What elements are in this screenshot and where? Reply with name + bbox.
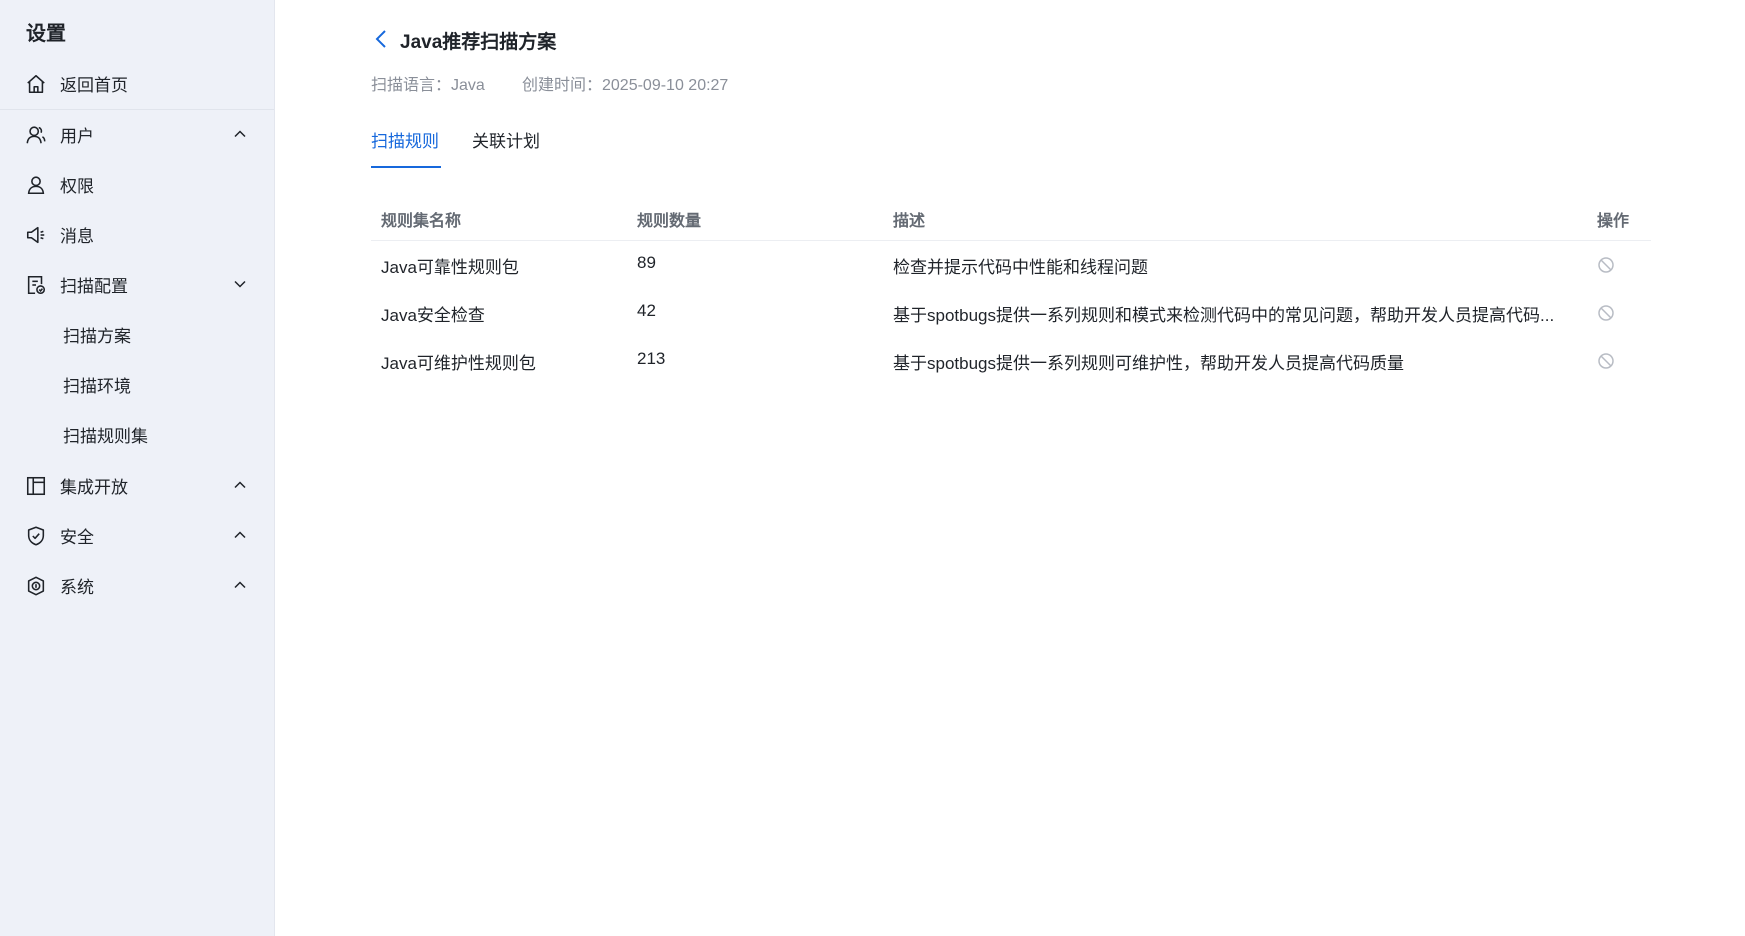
sidebar-item-label: 集成开放 [60, 477, 128, 497]
sidebar-item-messages[interactable]: 消息 [0, 212, 274, 256]
sidebar-item-scan-config[interactable]: 扫描配置 [0, 262, 274, 306]
ruleset-description: 基于spotbugs提供一系列规则可维护性，帮助开发人员提高代码质量 [893, 354, 1404, 373]
main-content: Java推荐扫描方案 扫描语言：Java 创建时间：2025-09-10 20:… [275, 0, 1745, 936]
table-row[interactable]: Java可维护性规则包 213 基于spotbugs提供一系列规则可维护性，帮助… [371, 337, 1651, 385]
chevron-down-icon [234, 280, 246, 288]
ruleset-table: 规则集名称 规则数量 描述 操作 Java可靠性规则包 89 检查并提示代码中性… [371, 197, 1651, 385]
ruleset-description: 检查并提示代码中性能和线程问题 [893, 258, 1148, 277]
sidebar-item-scan-rulesets[interactable]: 扫描规则集 [0, 412, 274, 456]
ruleset-description: 基于spotbugs提供一系列规则和模式来检测代码中的常见问题，帮助开发人员提高… [893, 306, 1555, 325]
table-row[interactable]: Java安全检查 42 基于spotbugs提供一系列规则和模式来检测代码中的常… [371, 289, 1651, 337]
tab-scan-rules[interactable]: 扫描规则 [371, 127, 439, 152]
sidebar-item-label: 扫描规则集 [63, 426, 148, 446]
chevron-up-icon [234, 130, 246, 138]
sidebar-item-label: 用户 [60, 126, 94, 146]
chevron-up-icon [234, 531, 246, 539]
sidebar-item-label: 扫描方案 [63, 326, 131, 346]
rule-count: 213 [637, 349, 666, 368]
column-header: 描述 [893, 213, 926, 230]
home-icon [24, 72, 48, 96]
sidebar: 设置 返回首页 用户 权限 消息 扫描配置 扫描方案 扫描环境 扫描规则集 集成… [0, 0, 275, 936]
chevron-up-icon [234, 581, 246, 589]
table-header: 规则集名称 规则数量 描述 操作 [371, 197, 1651, 241]
rule-count: 42 [637, 301, 656, 320]
ruleset-name: Java安全检查 [381, 306, 485, 325]
disable-icon[interactable] [1597, 256, 1615, 274]
column-header: 操作 [1597, 213, 1630, 230]
disable-icon[interactable] [1597, 304, 1615, 322]
created-time: 创建时间：2025-09-10 20:27 [522, 77, 729, 94]
sidebar-item-home[interactable]: 返回首页 [0, 61, 274, 105]
sidebar-divider [0, 109, 274, 110]
sidebar-item-users[interactable]: 用户 [0, 112, 274, 156]
sidebar-item-label: 扫描配置 [60, 276, 128, 296]
sidebar-title: 设置 [26, 23, 66, 45]
table-row[interactable]: Java可靠性规则包 89 检查并提示代码中性能和线程问题 [371, 241, 1651, 289]
scan-config-icon [24, 273, 48, 297]
column-header: 规则数量 [637, 213, 702, 230]
megaphone-icon [24, 223, 48, 247]
ruleset-name: Java可靠性规则包 [381, 258, 519, 277]
sidebar-item-system[interactable]: 系统 [0, 563, 274, 607]
sidebar-item-scan-env[interactable]: 扫描环境 [0, 362, 274, 406]
disable-icon[interactable] [1597, 352, 1615, 370]
sidebar-item-scan-plans[interactable]: 扫描方案 [0, 312, 274, 356]
chevron-up-icon [234, 481, 246, 489]
person-icon [24, 173, 48, 197]
sidebar-item-integration[interactable]: 集成开放 [0, 463, 274, 507]
rule-count: 89 [637, 253, 656, 272]
ruleset-name: Java可维护性规则包 [381, 354, 536, 373]
users-icon [24, 123, 48, 147]
sidebar-item-label: 权限 [60, 176, 94, 196]
sidebar-item-security[interactable]: 安全 [0, 513, 274, 557]
column-header: 规则集名称 [381, 213, 462, 230]
shield-check-icon [24, 524, 48, 548]
scan-language: 扫描语言：Java [371, 77, 485, 94]
page-title: Java推荐扫描方案 [400, 32, 557, 53]
chevron-left-icon [375, 30, 386, 48]
tab-related-plans[interactable]: 关联计划 [472, 127, 540, 152]
back-button[interactable] [371, 28, 391, 50]
app-root: 设置 返回首页 用户 权限 消息 扫描配置 扫描方案 扫描环境 扫描规则集 集成… [0, 0, 1745, 936]
sidebar-item-permissions[interactable]: 权限 [0, 162, 274, 206]
sidebar-item-label: 返回首页 [60, 75, 128, 95]
sidebar-item-label: 系统 [60, 577, 94, 597]
sidebar-item-label: 扫描环境 [63, 376, 131, 396]
sidebar-item-label: 消息 [60, 226, 94, 246]
shield-badge-icon [24, 574, 48, 598]
layout-icon [24, 474, 48, 498]
sidebar-item-label: 安全 [60, 527, 94, 547]
active-tab-indicator [371, 166, 441, 168]
